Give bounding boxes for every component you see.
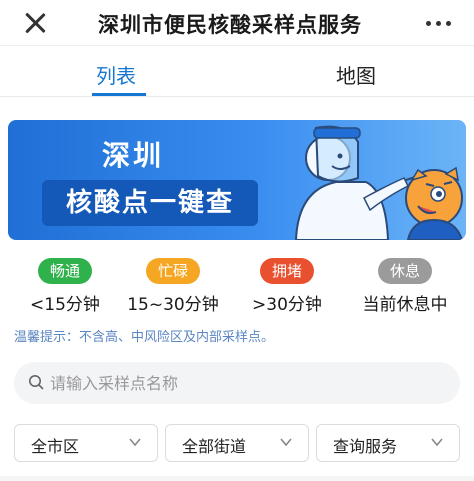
top-bar: 深圳市便民核酸采样点服务 xyxy=(0,0,474,46)
filter-bar: 全市区 全部街道 查询服务 xyxy=(0,424,474,464)
page-title: 深圳市便民核酸采样点服务 xyxy=(98,13,362,37)
more-icon[interactable] xyxy=(426,14,452,34)
district-select[interactable]: 全市区 xyxy=(14,424,158,462)
legend-item-busy: 忙碌 15~30分钟 xyxy=(118,258,228,315)
district-select-label: 全市区 xyxy=(31,437,80,456)
service-select[interactable]: 查询服务 xyxy=(316,424,460,462)
chevron-down-icon xyxy=(431,438,443,447)
close-icon[interactable] xyxy=(20,8,50,38)
status-badge: 忙碌 xyxy=(146,258,200,284)
street-select[interactable]: 全部街道 xyxy=(165,424,309,462)
search-icon xyxy=(29,375,44,390)
promo-banner[interactable]: 深圳 核酸点一键查 xyxy=(8,120,466,240)
legend-item-crowded: 拥堵 >30分钟 xyxy=(232,258,342,315)
tab-bar: 列表 地图 xyxy=(0,47,474,97)
legend-item-smooth: 畅通 <15分钟 xyxy=(10,258,120,315)
search-input[interactable] xyxy=(50,362,446,404)
search-box[interactable] xyxy=(14,362,460,404)
banner-subtitle: 核酸点一键查 xyxy=(42,180,258,226)
legend-item-resting: 休息 当前休息中 xyxy=(350,258,460,315)
banner-illustration xyxy=(294,125,464,240)
chevron-down-icon xyxy=(280,438,292,447)
legend-text: >30分钟 xyxy=(252,295,322,315)
wait-time-legend: 畅通 <15分钟 忙碌 15~30分钟 拥堵 >30分钟 休息 当前休息中 xyxy=(0,258,474,318)
active-tab-indicator xyxy=(92,93,146,96)
tab-map[interactable]: 地图 xyxy=(336,60,376,89)
legend-text: <15分钟 xyxy=(30,295,100,315)
service-select-label: 查询服务 xyxy=(333,437,398,456)
divider xyxy=(0,476,474,481)
status-badge: 拥堵 xyxy=(260,258,314,284)
notice-tip: 温馨提示：不含高、中风险区及内部采样点。 xyxy=(14,330,275,345)
banner-title: 深圳 xyxy=(102,139,165,172)
street-select-label: 全部街道 xyxy=(182,437,247,456)
tab-list[interactable]: 列表 xyxy=(96,60,136,89)
legend-text: 当前休息中 xyxy=(362,295,448,315)
status-badge: 休息 xyxy=(378,258,432,284)
status-badge: 畅通 xyxy=(38,258,92,284)
chevron-down-icon xyxy=(129,438,141,447)
legend-text: 15~30分钟 xyxy=(127,295,219,315)
